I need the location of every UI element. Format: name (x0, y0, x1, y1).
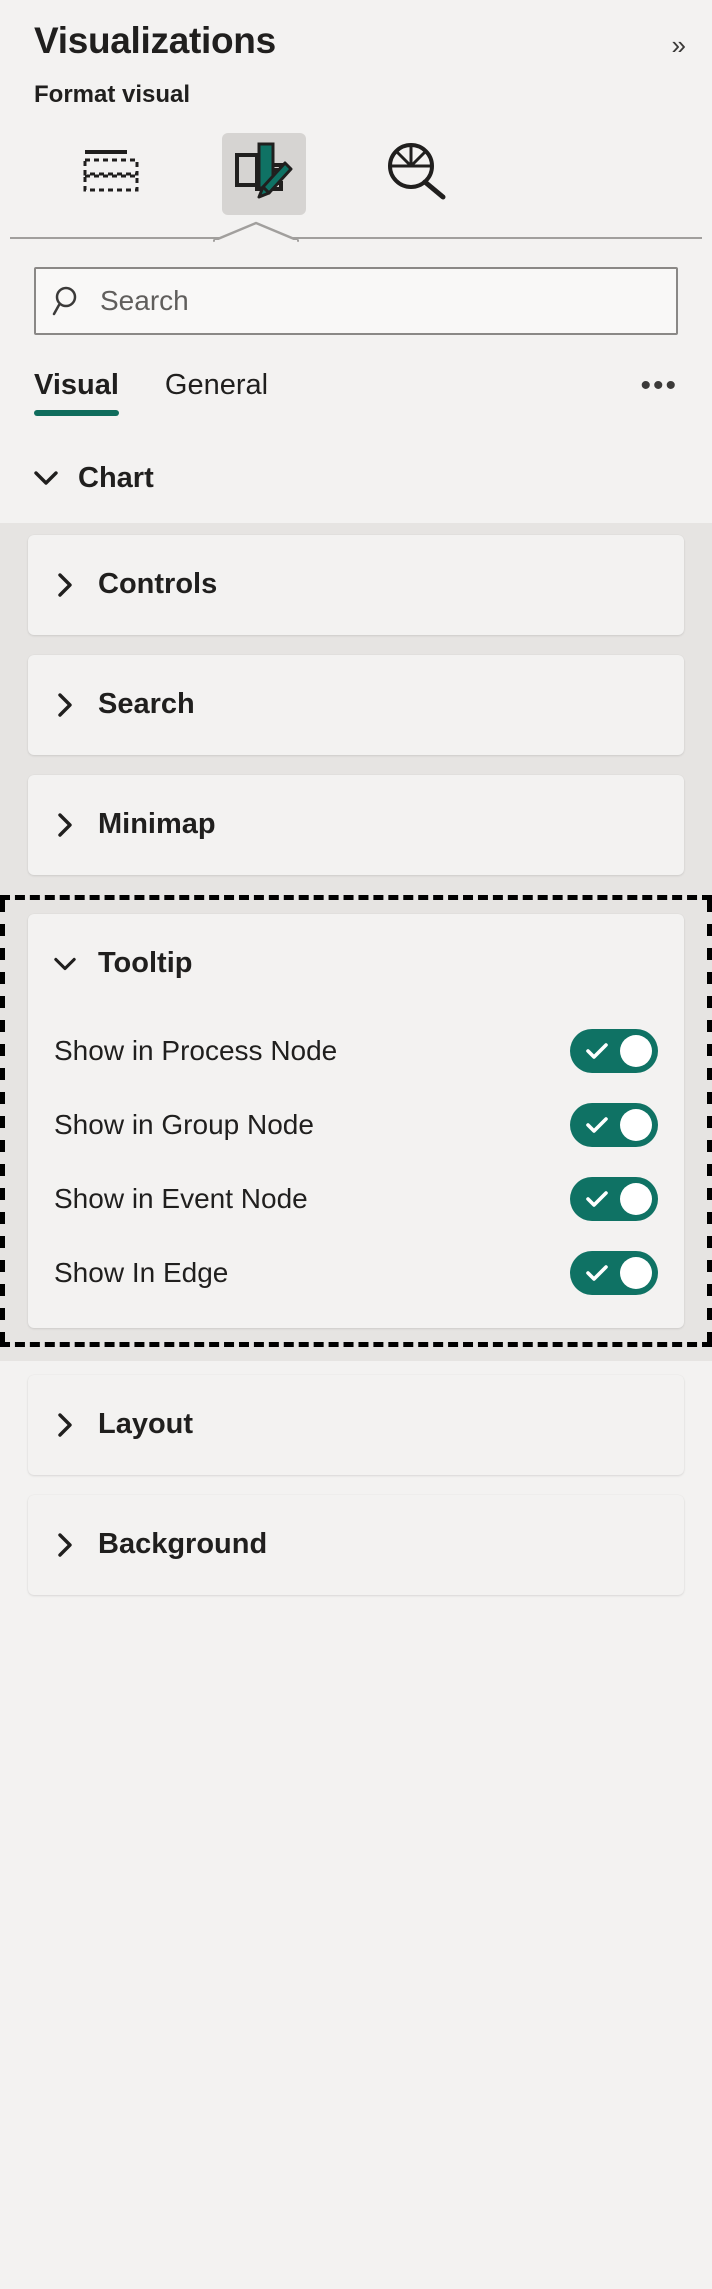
check-icon (586, 1264, 608, 1282)
card-header-minimap[interactable]: Minimap (28, 775, 684, 875)
search-box[interactable] (34, 266, 678, 335)
section-header-chart[interactable]: Chart (0, 416, 712, 523)
toggle-row-show-in-event-node: Show in Event Node (28, 1162, 684, 1236)
toggle-knob (620, 1034, 652, 1067)
toggle-label: Show in Process Node (54, 1034, 338, 1066)
format-cards-region: Controls Search Minimap Tooltip Show in … (0, 522, 712, 1595)
card-header-background[interactable]: Background (28, 1495, 684, 1595)
visual-pane-icon-tabs (34, 131, 686, 217)
toggle-show-in-process-node[interactable] (570, 1028, 658, 1073)
card-header-tooltip[interactable]: Tooltip (28, 914, 684, 1014)
card-title: Tooltip (98, 947, 193, 980)
card-title: Search (98, 688, 195, 721)
format-cards-region-lower: Layout Background (0, 1360, 712, 1595)
chevron-down-icon (54, 956, 76, 972)
toggle-row-show-in-group-node: Show in Group Node (28, 1088, 684, 1162)
icon-tabs-divider (0, 221, 712, 246)
check-icon (586, 1190, 608, 1208)
page-title: Visualizations (34, 20, 276, 61)
card-header-layout[interactable]: Layout (28, 1375, 684, 1475)
toggle-knob (620, 1108, 652, 1141)
toggle-show-in-edge[interactable] (570, 1250, 658, 1295)
format-visual-label: Format visual (34, 80, 191, 108)
panel-header: Visualizations » Format visual (0, 0, 712, 217)
toggle-show-in-group-node[interactable] (570, 1102, 658, 1147)
chevron-double-right-icon[interactable]: » (672, 22, 686, 58)
more-options-icon[interactable]: ••• (640, 369, 678, 400)
card-title: Background (98, 1528, 268, 1561)
search-icon (52, 284, 86, 318)
build-visual-icon (82, 148, 142, 199)
toggle-label: Show In Edge (54, 1256, 229, 1288)
toggle-knob (620, 1256, 652, 1289)
format-tabs: Visual General ••• (0, 335, 712, 416)
analytics-icon (385, 142, 447, 205)
card-minimap: Minimap (28, 774, 684, 875)
tab-visual[interactable]: Visual (34, 369, 119, 416)
card-title: Layout (98, 1408, 194, 1441)
tab-visual-label: Visual (34, 368, 119, 401)
tab-general-label: General (164, 368, 269, 401)
check-icon (586, 1042, 608, 1060)
chevron-right-icon (54, 573, 76, 597)
tab-format-visual[interactable] (188, 131, 340, 217)
chevron-right-icon (54, 1533, 76, 1557)
chevron-right-icon (54, 1413, 76, 1437)
card-title: Minimap (98, 808, 216, 841)
toggle-show-in-event-node[interactable] (570, 1176, 658, 1221)
toggle-label: Show in Event Node (54, 1182, 308, 1214)
format-visual-icon (233, 141, 295, 206)
chevron-right-icon (54, 693, 76, 717)
card-title: Controls (98, 568, 218, 601)
toggle-row-show-in-edge: Show In Edge (28, 1236, 684, 1310)
focus-outline-tooltip: Tooltip Show in Process Node Show in Gro… (0, 894, 712, 1347)
card-controls: Controls (28, 534, 684, 635)
toggle-label: Show in Group Node (54, 1108, 314, 1140)
chevron-right-icon (54, 813, 76, 837)
tab-analytics[interactable] (340, 131, 492, 217)
card-background: Background (28, 1494, 684, 1595)
card-tooltip: Tooltip Show in Process Node Show in Gro… (28, 913, 684, 1328)
card-header-controls[interactable]: Controls (28, 535, 684, 635)
tab-general[interactable]: General (165, 369, 268, 416)
chevron-down-icon (34, 470, 58, 486)
card-header-search[interactable]: Search (28, 655, 684, 755)
visualizations-panel: Visualizations » Format visual Search Vi… (0, 0, 712, 2289)
check-icon (586, 1116, 608, 1134)
card-layout: Layout (28, 1374, 684, 1475)
card-search: Search (28, 654, 684, 755)
toggle-knob (620, 1182, 652, 1215)
format-pane-body: Visual General ••• Chart (0, 245, 712, 2289)
section-title: Chart (78, 461, 154, 494)
search-input[interactable] (100, 284, 660, 317)
toggle-row-show-in-process-node: Show in Process Node (28, 1014, 684, 1088)
tab-build-visual[interactable] (36, 131, 188, 217)
